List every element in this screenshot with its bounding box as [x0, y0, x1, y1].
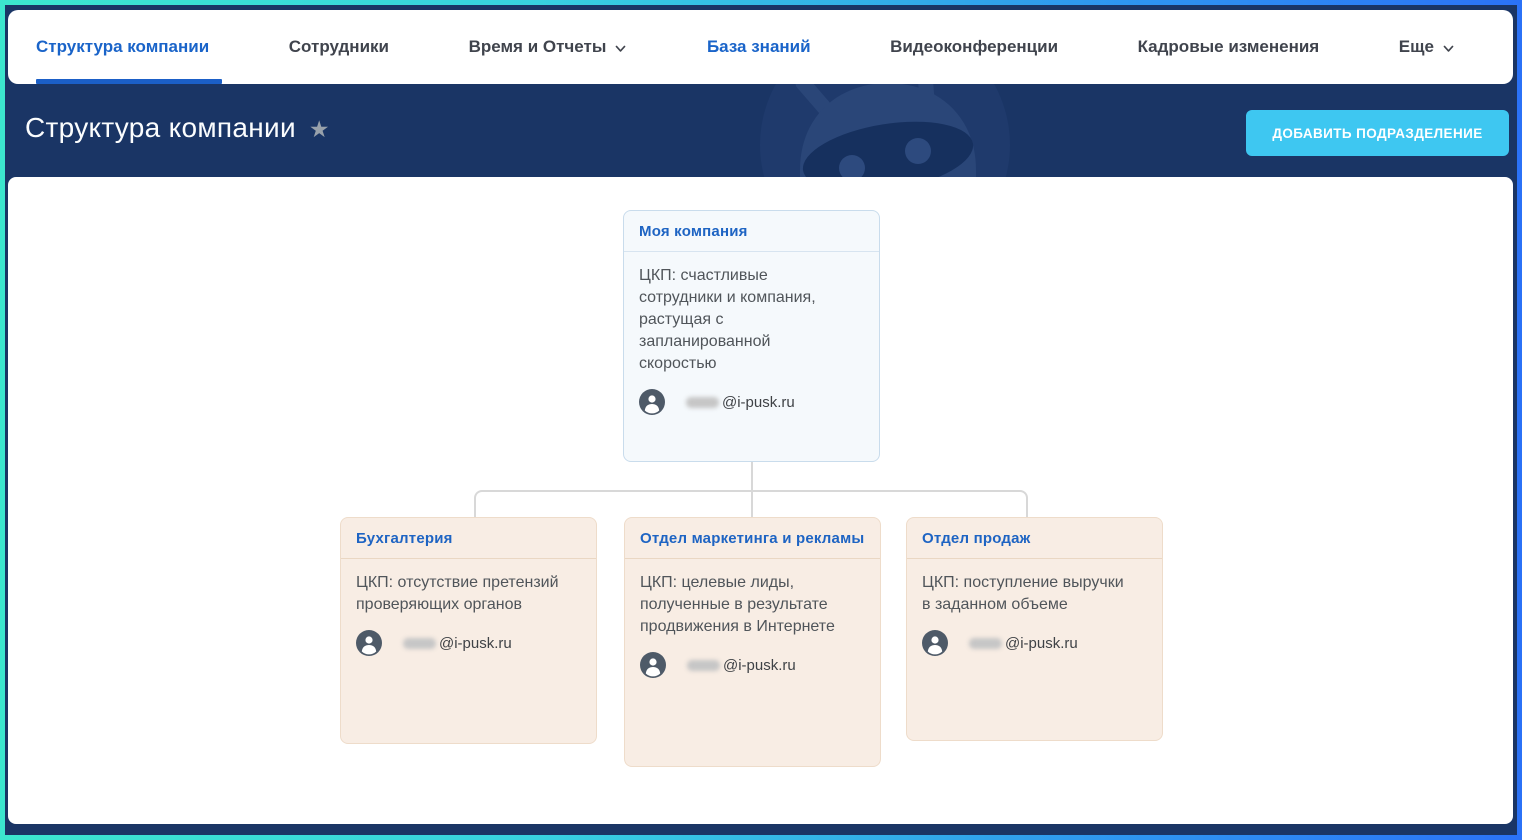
card-title[interactable]: Отдел маркетинга и рекламы	[640, 530, 864, 547]
card-description: ЦКП: счастливые сотрудники и компания, р…	[639, 265, 851, 375]
tab-label: Сотрудники	[289, 37, 389, 57]
page-header: Структура компании ★ ДОБАВИТЬ ПОДРАЗДЕЛЕ…	[5, 84, 1517, 177]
card-body: ЦКП: счастливые сотрудники и компания, р…	[624, 252, 879, 415]
user-avatar-icon	[640, 652, 666, 678]
email-domain: @i-pusk.ru	[723, 657, 796, 674]
user-avatar-icon	[356, 630, 382, 656]
tab-video-conferences[interactable]: Видеоконференции	[890, 37, 1058, 57]
top-navigation: Структура компании Сотрудники Время и От…	[8, 10, 1513, 84]
user-avatar-icon	[639, 389, 665, 415]
tab-label: Кадровые изменения	[1138, 37, 1320, 57]
manager-email: @i-pusk.ru	[687, 657, 796, 674]
active-tab-underline	[36, 79, 222, 84]
email-domain: @i-pusk.ru	[1005, 635, 1078, 652]
email-domain: @i-pusk.ru	[722, 394, 795, 411]
blurred-email-prefix	[686, 397, 719, 408]
manager-row[interactable]: @i-pusk.ru	[640, 652, 865, 678]
tab-more[interactable]: Еще	[1399, 37, 1455, 57]
add-department-button[interactable]: ДОБАВИТЬ ПОДРАЗДЕЛЕНИЕ	[1246, 110, 1509, 156]
manager-email: @i-pusk.ru	[969, 635, 1078, 652]
email-domain: @i-pusk.ru	[439, 635, 512, 652]
tab-label: Структура компании	[36, 37, 209, 57]
page-background: Структура компании Сотрудники Время и От…	[5, 5, 1517, 835]
chevron-down-icon	[1442, 42, 1455, 55]
chevron-down-icon	[614, 42, 627, 55]
user-avatar-icon	[922, 630, 948, 656]
tab-label: Время и Отчеты	[469, 37, 607, 57]
card-body: ЦКП: отсутствие претензий проверяющих ор…	[341, 559, 596, 656]
favorite-star-icon[interactable]: ★	[309, 116, 330, 143]
card-header: Отдел продаж	[907, 518, 1162, 559]
blurred-email-prefix	[687, 660, 720, 671]
tab-hr-changes[interactable]: Кадровые изменения	[1138, 37, 1320, 57]
blurred-email-prefix	[969, 638, 1002, 649]
card-description: ЦКП: целевые лиды, полученные в результа…	[640, 572, 852, 638]
connector-line-branch	[474, 490, 1028, 517]
card-description: ЦКП: отсутствие претензий проверяющих ор…	[356, 572, 568, 616]
org-card-marketing[interactable]: Отдел маркетинга и рекламы ЦКП: целевые …	[624, 517, 881, 767]
card-header: Отдел маркетинга и рекламы	[625, 518, 880, 559]
blurred-email-prefix	[403, 638, 436, 649]
manager-row[interactable]: @i-pusk.ru	[356, 630, 581, 656]
manager-row[interactable]: @i-pusk.ru	[922, 630, 1147, 656]
manager-email: @i-pusk.ru	[403, 635, 512, 652]
card-header: Бухгалтерия	[341, 518, 596, 559]
card-body: ЦКП: поступление выручки в заданном объе…	[907, 559, 1162, 656]
org-card-my-company[interactable]: Моя компания ЦКП: счастливые сотрудники …	[623, 210, 880, 462]
card-header: Моя компания	[624, 211, 879, 252]
manager-email: @i-pusk.ru	[686, 394, 795, 411]
org-card-sales[interactable]: Отдел продаж ЦКП: поступление выручки в …	[906, 517, 1163, 741]
page-title: Структура компании	[25, 112, 296, 144]
org-chart-canvas: Моя компания ЦКП: счастливые сотрудники …	[8, 177, 1513, 824]
card-title[interactable]: Отдел продаж	[922, 530, 1030, 547]
tab-time-and-reports[interactable]: Время и Отчеты	[469, 37, 628, 57]
screenshot-frame: Структура компании Сотрудники Время и От…	[0, 0, 1522, 840]
tab-label: Видеоконференции	[890, 37, 1058, 57]
org-card-accounting[interactable]: Бухгалтерия ЦКП: отсутствие претензий пр…	[340, 517, 597, 744]
card-description: ЦКП: поступление выручки в заданном объе…	[922, 572, 1134, 616]
tab-employees[interactable]: Сотрудники	[289, 37, 389, 57]
tab-label: Еще	[1399, 37, 1434, 57]
tab-knowledge-base[interactable]: База знаний	[707, 37, 811, 57]
card-title[interactable]: Моя компания	[639, 223, 748, 240]
tab-label: База знаний	[707, 37, 811, 57]
manager-row[interactable]: @i-pusk.ru	[639, 389, 864, 415]
tab-company-structure[interactable]: Структура компании	[36, 37, 209, 57]
card-title[interactable]: Бухгалтерия	[356, 530, 453, 547]
card-body: ЦКП: целевые лиды, полученные в результа…	[625, 559, 880, 678]
